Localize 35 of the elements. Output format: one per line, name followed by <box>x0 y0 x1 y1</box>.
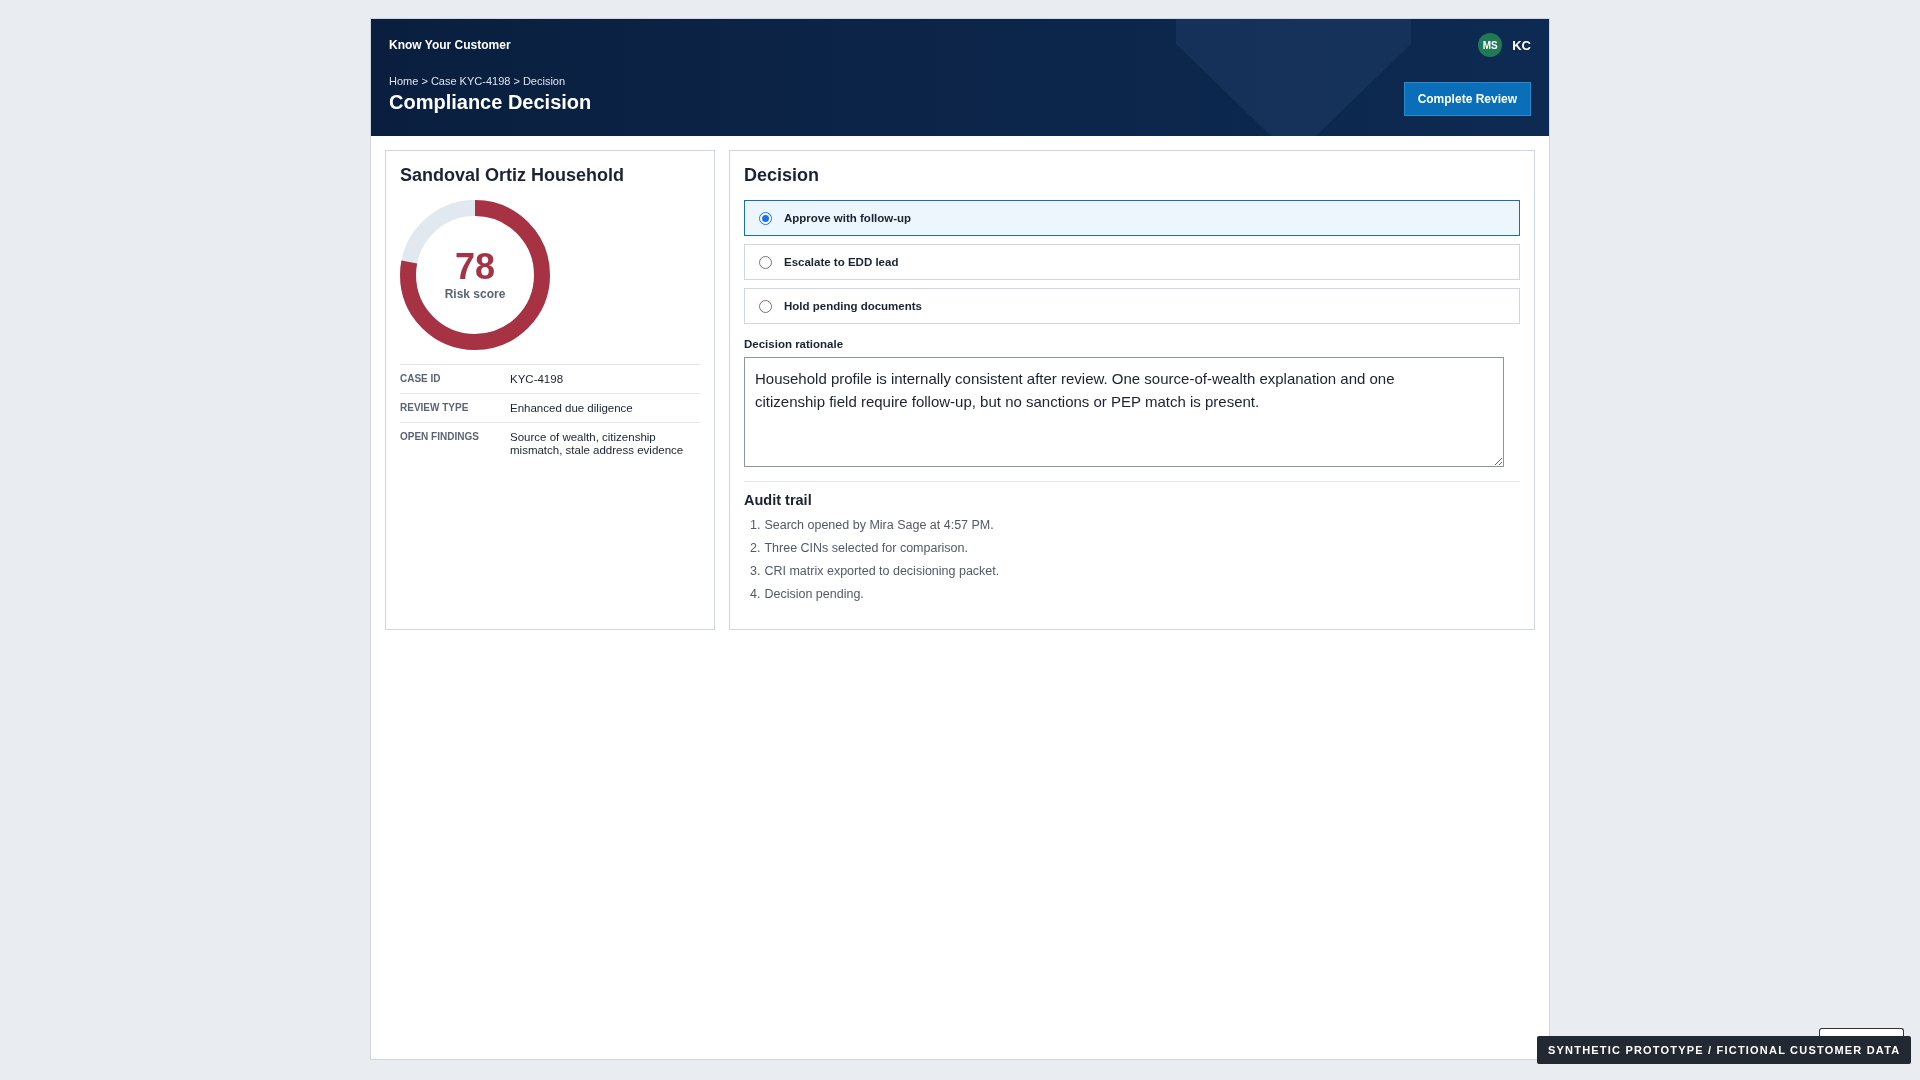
rationale-field[interactable]: Household profile is internally consistent after review. One source-of-wealth explanation and one citizenship field require follow-up, but no sanctions or PEP match is present. <box>744 357 1504 467</box>
audit-title: Audit trail <box>744 492 813 508</box>
radio-button[interactable] <box>759 211 772 225</box>
user-avatar[interactable]: MS <box>1478 33 1503 57</box>
audit-entry: Three CINs selected for comparison. <box>764 541 968 556</box>
household-name: Sandoval Ortiz Household <box>400 165 626 186</box>
fact-label: OPEN FINDINGS <box>400 430 480 444</box>
fact-value: KYC-4198 <box>510 373 565 387</box>
audit-entry: CRI matrix exported to decisioning packet. <box>764 564 1000 579</box>
prototype-banner: SYNTHETIC PROTOTYPE / FICTIONAL CUSTOMER DATA <box>1537 1036 1912 1064</box>
radio-button[interactable] <box>759 255 772 269</box>
fact-label: REVIEW TYPE <box>400 401 470 415</box>
list-number: 3. <box>750 564 761 579</box>
breadcrumb: Home > Case KYC-4198 > Decision <box>389 75 567 87</box>
risk-score-value: 78 <box>454 249 495 285</box>
list-number: 2. <box>750 541 761 556</box>
decision-option[interactable]: Approve with follow-up <box>744 200 1520 236</box>
decision-option[interactable]: Hold pending documents <box>744 288 1520 324</box>
user-initials: KC <box>1512 37 1531 53</box>
field-label: Decision rationale <box>744 338 845 350</box>
audit-entry: Search opened by Mira Sage at 4:57 PM. <box>764 518 994 533</box>
list-number: 4. <box>750 587 761 602</box>
audit-entry: Decision pending. <box>764 587 864 602</box>
risk-score-label: Risk score <box>444 287 506 301</box>
list-number: 1. <box>750 518 761 533</box>
section-title: Decision <box>744 165 821 186</box>
fact-value: Enhanced due diligence <box>510 401 634 416</box>
decision-option[interactable]: Escalate to EDD lead <box>744 244 1520 280</box>
complete-review-button[interactable]: Complete Review <box>1403 82 1531 116</box>
button-edge[interactable] <box>1819 1028 1904 1036</box>
radio-button[interactable] <box>759 299 772 313</box>
app-title: Know Your Customer <box>389 38 511 52</box>
fact-value: Source of wealth, citizenship mismatch, stale address evidence <box>510 430 685 459</box>
fact-label: CASE ID <box>400 373 442 386</box>
page-title: Compliance Decision <box>389 91 592 114</box>
